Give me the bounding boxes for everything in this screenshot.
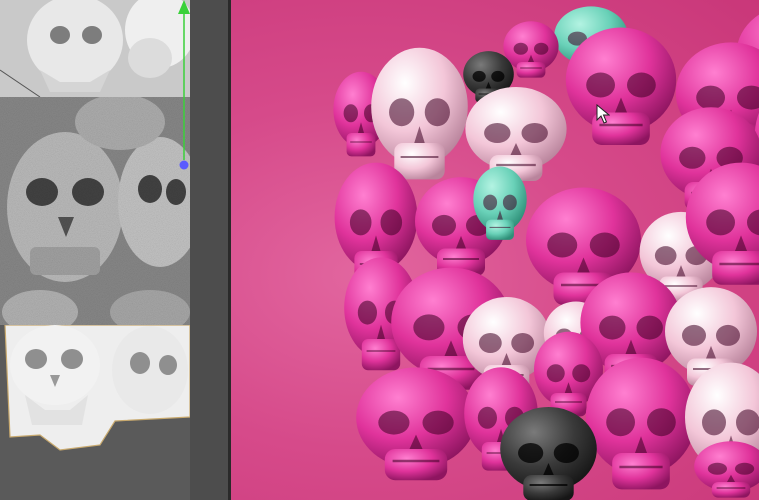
skull <box>565 27 677 145</box>
skull <box>694 441 759 498</box>
skull <box>500 407 597 500</box>
viewport-gutter <box>190 0 228 500</box>
skull <box>465 87 567 181</box>
skull <box>371 47 468 180</box>
viewport-skull <box>7 132 123 282</box>
skull <box>585 357 697 490</box>
render-view[interactable] <box>231 0 759 500</box>
axis-gizmo-icon[interactable] <box>174 0 190 500</box>
viewport-panel-shaded[interactable] <box>0 0 190 97</box>
viewport-panel-preview[interactable] <box>0 97 190 325</box>
editor-viewport[interactable] <box>0 0 190 500</box>
mouse-pointer-icon <box>596 104 610 124</box>
viewport-panel-clay[interactable] <box>0 325 190 500</box>
skull <box>356 367 476 481</box>
